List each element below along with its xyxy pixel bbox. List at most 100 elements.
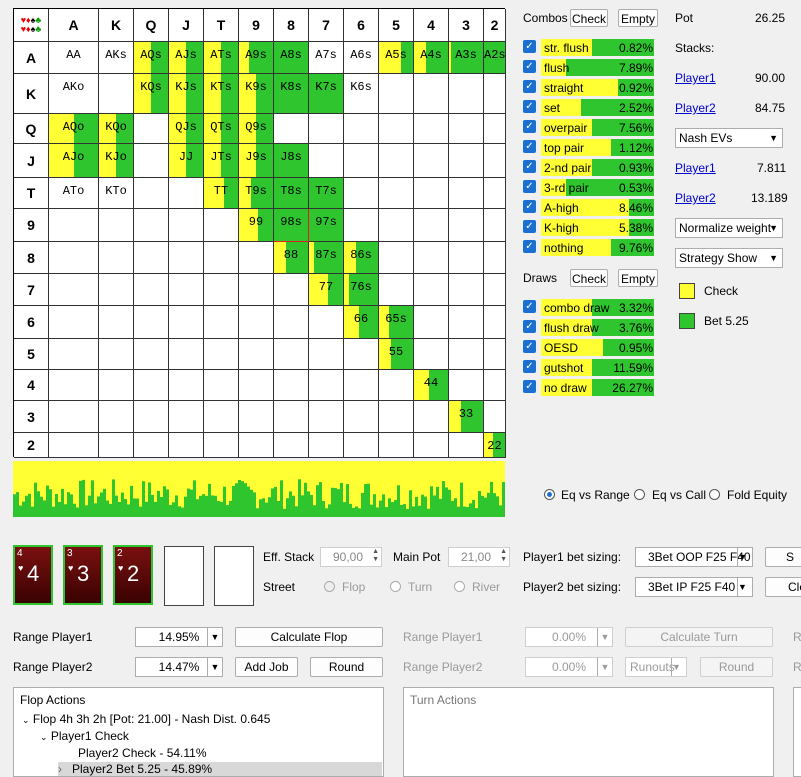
hand-cell[interactable] [344, 370, 379, 401]
hand-cell[interactable] [134, 114, 169, 144]
hand-cell-K6s[interactable]: K6s [344, 74, 379, 114]
hand-cell[interactable] [379, 144, 414, 178]
player1-link[interactable]: Player1 [675, 71, 716, 85]
hand-cell[interactable] [204, 306, 239, 339]
row-header-9[interactable]: 9 [14, 209, 49, 242]
flop-range-p2-select[interactable]: 14.47% ▼ [135, 657, 223, 677]
hand-cell[interactable] [379, 209, 414, 242]
fold-equity-radio[interactable] [709, 489, 720, 500]
hand-cell[interactable] [484, 209, 506, 242]
hand-cell[interactable] [134, 274, 169, 306]
checkbox-checked-icon[interactable]: ✓ [523, 240, 536, 253]
row-header-5[interactable]: 5 [14, 339, 49, 370]
hand-cell-AQs[interactable]: AQs [134, 42, 169, 74]
hand-cell[interactable] [484, 401, 506, 433]
hand-cell[interactable] [99, 274, 134, 306]
hand-cell[interactable] [169, 339, 204, 370]
col-header-Q[interactable]: Q [134, 9, 169, 42]
row-header-Q[interactable]: Q [14, 114, 49, 144]
row-header-8[interactable]: 8 [14, 242, 49, 274]
hand-cell[interactable] [449, 114, 484, 144]
hand-cell[interactable] [414, 433, 449, 458]
hand-cell[interactable] [414, 144, 449, 178]
hand-cell-A5s[interactable]: A5s [379, 42, 414, 74]
hand-cell[interactable] [169, 401, 204, 433]
hand-cell[interactable] [414, 178, 449, 209]
hand-cell-66[interactable]: 66 [344, 306, 379, 339]
hand-cell[interactable] [99, 74, 134, 114]
hand-cell[interactable] [204, 433, 239, 458]
hand-cell[interactable] [169, 209, 204, 242]
p1-bet-sizing-select[interactable]: 3Bet OOP F25 F40 ▼ [635, 547, 753, 567]
hand-cell[interactable] [49, 370, 99, 401]
hand-cell[interactable] [344, 178, 379, 209]
hand-cell[interactable] [134, 306, 169, 339]
hand-cell-A6s[interactable]: A6s [344, 42, 379, 74]
hand-cell-J8s[interactable]: J8s [274, 144, 309, 178]
col-header-4[interactable]: 4 [414, 9, 449, 42]
hand-cell[interactable] [484, 306, 506, 339]
hand-cell-99[interactable]: 99 [239, 209, 274, 242]
tree-node-root[interactable]: ⌄ Flop 4h 3h 2h [Pot: 21.00] - Nash Dist… [22, 712, 270, 726]
hand-cell[interactable] [99, 339, 134, 370]
draws-row[interactable]: ✓ gutshot 11.59% [523, 359, 655, 376]
hand-cell-87s[interactable]: 87s [309, 242, 344, 274]
hand-cell[interactable] [379, 401, 414, 433]
hand-cell[interactable] [99, 209, 134, 242]
hand-cell-JTs[interactable]: JTs [204, 144, 239, 178]
hand-cell-KQo[interactable]: KQo [99, 114, 134, 144]
hand-cell[interactable] [134, 144, 169, 178]
hand-cell[interactable] [414, 114, 449, 144]
hand-cell-KTo[interactable]: KTo [99, 178, 134, 209]
hand-cell[interactable] [134, 339, 169, 370]
hand-cell[interactable] [274, 401, 309, 433]
normalize-select[interactable]: Normalize weight ▼ [675, 218, 783, 238]
clear-sizing-button[interactable]: Cle [765, 577, 801, 597]
hand-cell[interactable] [414, 401, 449, 433]
hand-cell-K9s[interactable]: K9s [239, 74, 274, 114]
hand-cell-44[interactable]: 44 [414, 370, 449, 401]
hand-cell[interactable] [309, 306, 344, 339]
hand-cell-KQs[interactable]: KQs [134, 74, 169, 114]
combos-row[interactable]: ✓ str. flush 0.82% [523, 39, 655, 56]
hand-cell-TT[interactable]: TT [204, 178, 239, 209]
combos-row[interactable]: ✓ A-high 8.46% [523, 199, 655, 216]
hand-cell[interactable] [449, 339, 484, 370]
hand-cell[interactable] [449, 242, 484, 274]
hand-cell-86s[interactable]: 86s [344, 242, 379, 274]
hand-cell[interactable] [274, 274, 309, 306]
hand-cell[interactable] [274, 306, 309, 339]
col-header-A[interactable]: A [49, 9, 99, 42]
hand-cell[interactable] [134, 433, 169, 458]
checkbox-checked-icon[interactable]: ✓ [523, 40, 536, 53]
board-card-2[interactable]: 3 ♥ 3 [63, 545, 103, 605]
hand-cell[interactable] [204, 370, 239, 401]
hand-cell[interactable] [134, 178, 169, 209]
draws-check-button[interactable]: Check [570, 269, 608, 287]
hand-cell-98s[interactable]: 98s [274, 209, 309, 242]
hand-cell[interactable] [274, 433, 309, 458]
hand-cell-A2s[interactable]: A2s [484, 42, 506, 74]
hand-cell[interactable] [204, 209, 239, 242]
hand-cell[interactable] [134, 209, 169, 242]
checkbox-checked-icon[interactable]: ✓ [523, 100, 536, 113]
hand-cell-A9s[interactable]: A9s [239, 42, 274, 74]
hand-cell[interactable] [309, 433, 344, 458]
hand-cell[interactable] [169, 370, 204, 401]
save-sizing-button[interactable]: S [765, 547, 801, 567]
hand-cell-65s[interactable]: 65s [379, 306, 414, 339]
hand-cell[interactable] [449, 274, 484, 306]
row-header-A[interactable]: A [14, 42, 49, 74]
hand-cell[interactable] [484, 144, 506, 178]
hand-cell[interactable] [49, 306, 99, 339]
board-card-1[interactable]: 4 ♥ 4 [13, 545, 53, 605]
hand-cell[interactable] [484, 114, 506, 144]
hand-cell[interactable] [449, 370, 484, 401]
row-header-J[interactable]: J [14, 144, 49, 178]
hand-cell-A8s[interactable]: A8s [274, 42, 309, 74]
p2-bet-sizing-select[interactable]: 3Bet IP F25 F40 ▼ [635, 577, 753, 597]
hand-cell-ATo[interactable]: ATo [49, 178, 99, 209]
col-header-2[interactable]: 2 [484, 9, 506, 42]
hand-cell[interactable] [414, 209, 449, 242]
main-pot-input[interactable]: 21,00 ▲ ▼ [448, 547, 510, 567]
